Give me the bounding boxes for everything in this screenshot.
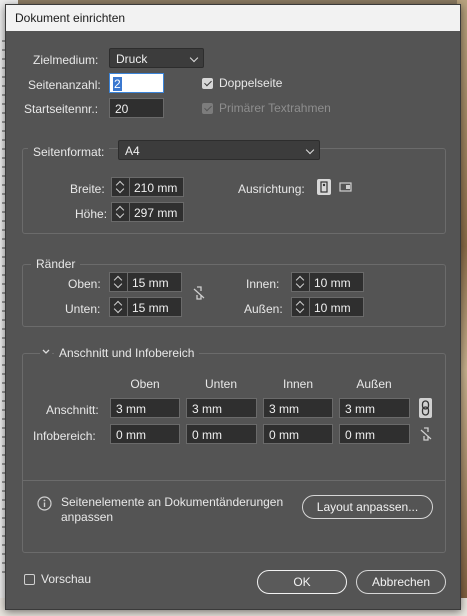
pages-label: Seitenanzahl: <box>28 78 101 92</box>
cancel-button[interactable]: Abbrechen <box>356 570 446 594</box>
slug-top-input[interactable]: 0 mm <box>110 424 180 444</box>
bleed-label: Anschnitt: <box>46 403 99 417</box>
height-stepper[interactable]: 297 mm <box>111 202 184 222</box>
info-icon <box>37 496 52 511</box>
preview-label: Vorschau <box>41 572 92 586</box>
primary-text-frame-checkbox[interactable] <box>202 103 213 114</box>
bleed-inside-value: 3 mm <box>269 402 299 416</box>
target-label: Zielmedium: <box>33 53 99 67</box>
column-header-top: Oben <box>130 377 160 391</box>
stepper-arrows-icon[interactable] <box>112 203 130 221</box>
adjust-layout-button[interactable]: Layout anpassen... <box>302 495 433 519</box>
margin-bottom-value: 15 mm <box>132 301 169 315</box>
portrait-orientation-icon[interactable] <box>317 179 331 195</box>
facing-pages-checkbox[interactable] <box>202 78 213 89</box>
stepper-arrows-icon[interactable] <box>112 178 130 196</box>
slug-outside-value: 0 mm <box>345 428 375 442</box>
margin-top-stepper[interactable]: 15 mm <box>109 272 182 292</box>
margin-inside-stepper[interactable]: 10 mm <box>291 272 364 292</box>
page-size-select[interactable]: A4 <box>118 140 320 160</box>
slug-outside-input[interactable]: 0 mm <box>339 424 410 444</box>
target-value: Druck <box>116 52 148 66</box>
orientation-label: Ausrichtung: <box>238 182 305 196</box>
bleed-top-value: 3 mm <box>116 402 146 416</box>
bleed-bottom-input[interactable]: 3 mm <box>186 398 257 418</box>
bleed-bottom-value: 3 mm <box>192 402 222 416</box>
stepper-arrows-icon[interactable] <box>292 298 310 316</box>
margin-outside-stepper[interactable]: 10 mm <box>291 297 364 317</box>
divider <box>22 480 446 481</box>
bleed-inside-input[interactable]: 3 mm <box>263 398 333 418</box>
slug-label: Infobereich: <box>33 429 96 443</box>
chevron-down-icon <box>305 145 315 155</box>
margin-bottom-stepper[interactable]: 15 mm <box>109 297 182 317</box>
slug-bottom-value: 0 mm <box>192 428 222 442</box>
slug-inside-input[interactable]: 0 mm <box>263 424 333 444</box>
page-size-label: Seitenformat: <box>28 145 110 159</box>
width-label: Breite: <box>70 182 105 196</box>
slug-top-value: 0 mm <box>116 428 146 442</box>
margin-outside-label: Außen: <box>244 302 283 316</box>
column-header-outside: Außen <box>356 377 392 391</box>
margins-group: Ränder <box>22 257 446 327</box>
margin-outside-value: 10 mm <box>314 301 351 315</box>
target-select[interactable]: Druck <box>109 48 204 68</box>
margin-inside-label: Innen: <box>246 277 280 291</box>
margin-top-label: Oben: <box>68 277 101 291</box>
width-value: 210 mm <box>134 181 178 195</box>
link-icon[interactable] <box>419 398 432 418</box>
page-size-value: A4 <box>125 144 140 158</box>
pages-value: 2 <box>113 77 122 91</box>
column-header-inside: Innen <box>282 377 314 391</box>
window-title: Dokument einrichten <box>15 11 126 25</box>
title-bar: Dokument einrichten <box>6 5 460 31</box>
height-value: 297 mm <box>134 206 178 220</box>
height-label: Höhe: <box>75 207 108 221</box>
adjust-text: Seitenelemente an Dokumentänderungen anp… <box>61 495 284 524</box>
broken-link-icon[interactable] <box>419 426 433 442</box>
broken-link-icon[interactable] <box>192 285 206 301</box>
bleed-top-input[interactable]: 3 mm <box>110 398 180 418</box>
pages-input[interactable]: 2 <box>109 73 164 93</box>
width-stepper[interactable]: 210 mm <box>111 177 184 197</box>
stepper-arrows-icon[interactable] <box>292 273 310 291</box>
slug-bottom-input[interactable]: 0 mm <box>186 424 257 444</box>
stepper-arrows-icon[interactable] <box>110 273 128 291</box>
primary-text-frame-label: Primärer Textrahmen <box>219 101 331 115</box>
start-page-input[interactable]: 20 <box>109 98 164 118</box>
chevron-down-icon[interactable] <box>40 346 52 356</box>
preview-checkbox[interactable] <box>24 574 35 585</box>
ok-button[interactable]: OK <box>257 570 347 594</box>
margin-top-value: 15 mm <box>132 276 169 290</box>
document-setup-dialog: Dokument einrichten Zielmedium: Druck Se… <box>5 4 461 610</box>
bleed-outside-input[interactable]: 3 mm <box>339 398 410 418</box>
start-page-value: 20 <box>115 102 129 116</box>
bleed-outside-value: 3 mm <box>345 402 375 416</box>
facing-pages-label: Doppelseite <box>219 76 283 90</box>
landscape-orientation-icon[interactable] <box>338 180 354 194</box>
start-page-label: Startseitennr.: <box>24 102 99 116</box>
margin-bottom-label: Unten: <box>65 302 101 316</box>
slug-inside-value: 0 mm <box>269 428 299 442</box>
stepper-arrows-icon[interactable] <box>110 298 128 316</box>
margins-title: Ränder <box>31 257 81 271</box>
margin-inside-value: 10 mm <box>314 276 351 290</box>
chevron-down-icon <box>189 53 199 63</box>
bleed-slug-title: Anschnitt und Infobereich <box>54 346 200 360</box>
column-header-bottom: Unten <box>204 377 238 391</box>
